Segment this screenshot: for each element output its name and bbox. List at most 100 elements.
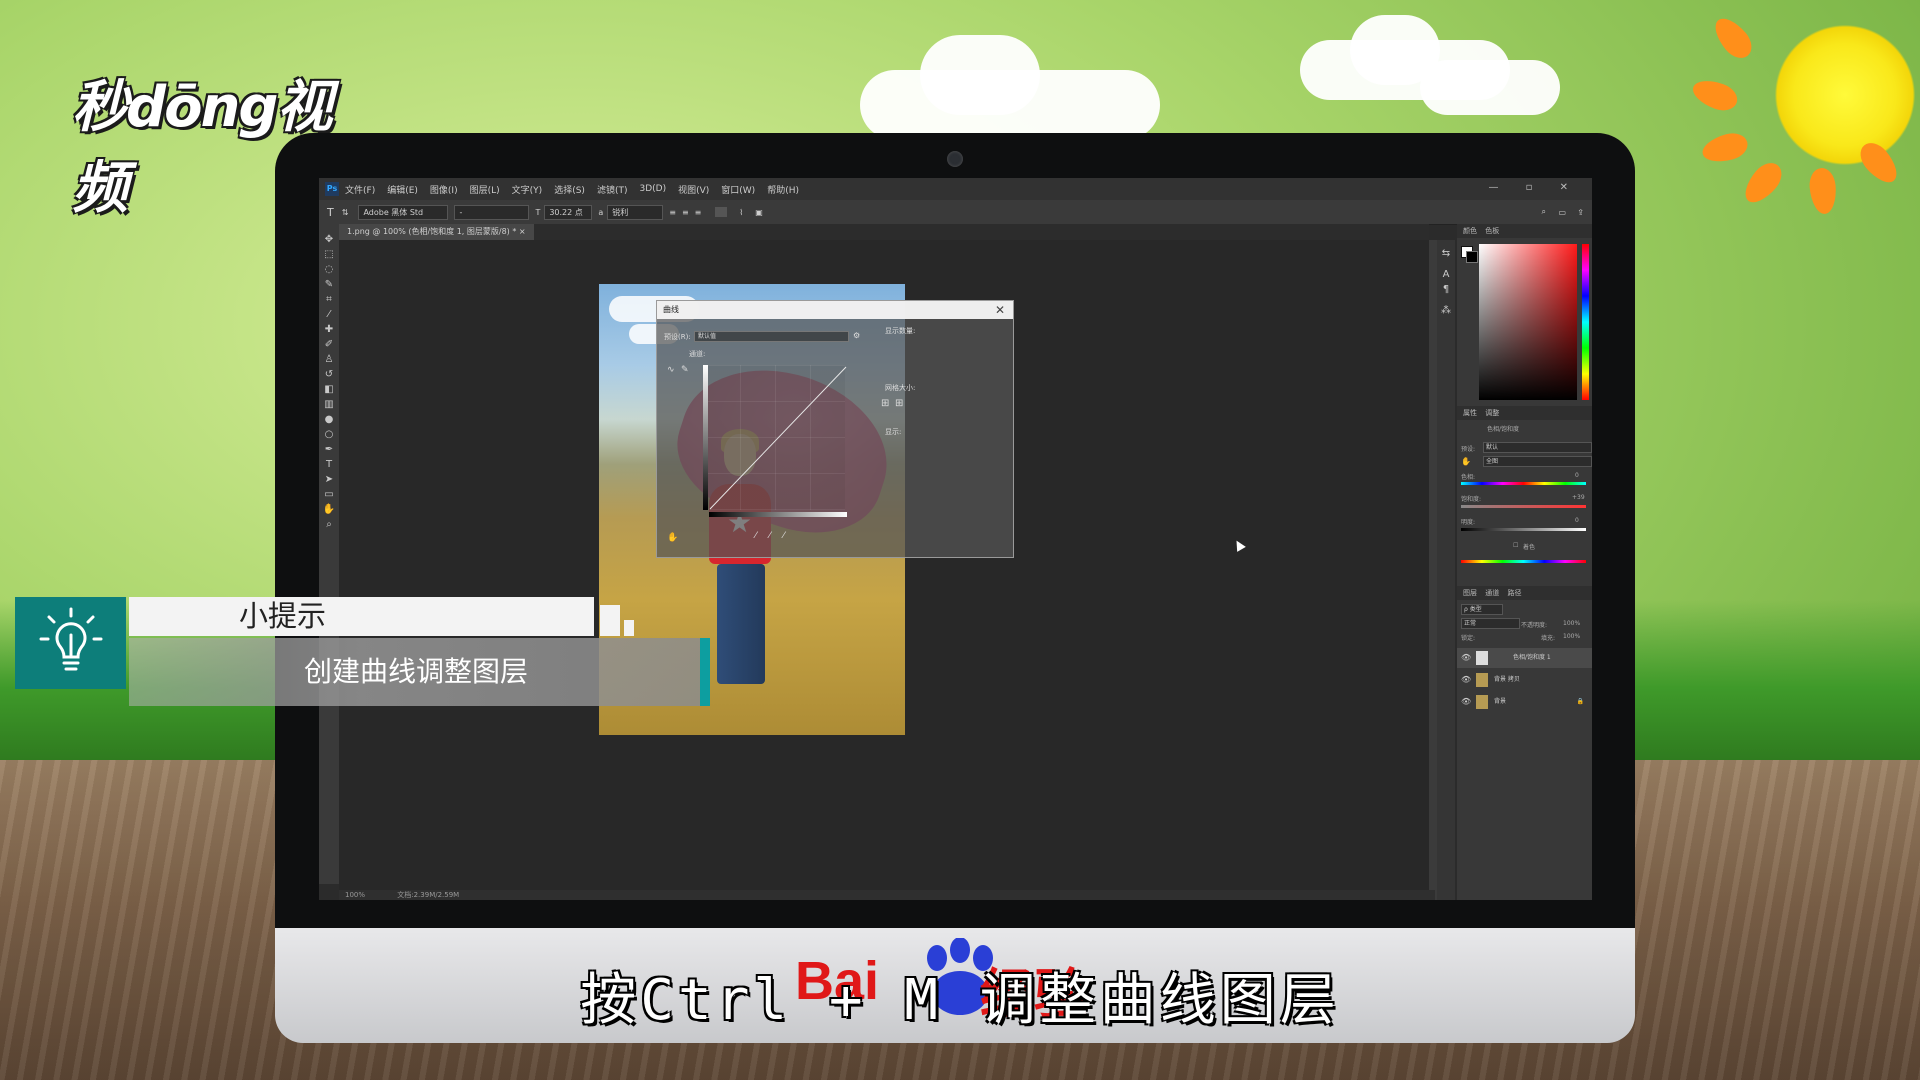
dodge-tool-icon[interactable]: ○	[319, 427, 339, 442]
tab-properties[interactable]: 属性	[1463, 409, 1477, 417]
anti-alias-select[interactable]: 锐利	[607, 204, 664, 220]
window-controls[interactable]: — ▫ ✕	[1488, 182, 1580, 193]
type-tool-icon[interactable]: T	[319, 457, 339, 472]
tab-color[interactable]: 颜色	[1463, 227, 1477, 235]
shape-tool-icon[interactable]: ▭	[319, 487, 339, 502]
canvas-scrollbar[interactable]	[1429, 240, 1437, 900]
eraser-tool-icon[interactable]: ◧	[319, 382, 339, 397]
hue-adjust-slider[interactable]	[1461, 482, 1586, 485]
tab-channels[interactable]: 通道	[1485, 589, 1499, 597]
white-point-icon[interactable]: ⁄	[783, 531, 785, 541]
lightness-slider[interactable]	[1461, 528, 1586, 531]
layer-filter-select[interactable]: ρ 类型	[1461, 604, 1503, 615]
visibility-eye-icon[interactable]: 👁	[1461, 670, 1471, 690]
menu-window[interactable]: 窗口(W)	[721, 183, 755, 196]
warp-text-icon[interactable]: ⌇	[739, 208, 743, 217]
hsl-preset-select[interactable]: 默认	[1483, 442, 1592, 453]
menu-filter[interactable]: 滤镜(T)	[597, 183, 628, 196]
zoom-tool-icon[interactable]: ⌕	[319, 517, 339, 532]
search-icon[interactable]: ⌕	[1542, 207, 1546, 217]
color-picker-field[interactable]	[1479, 244, 1577, 400]
share-icon[interactable]: ⇪	[1577, 208, 1584, 217]
type-tool-icon[interactable]: T	[327, 206, 334, 219]
menu-file[interactable]: 文件(F)	[345, 183, 375, 196]
character-panel-icon[interactable]: ▣	[755, 208, 763, 217]
hsl-channel-select[interactable]: 全图	[1483, 456, 1592, 467]
target-adjust-icon[interactable]: ✋	[667, 533, 678, 543]
close-icon[interactable]: ✕	[995, 301, 1005, 319]
stamp-tool-icon[interactable]: ♙	[319, 352, 339, 367]
menu-image[interactable]: 图像(I)	[430, 183, 458, 196]
font-family-select[interactable]: Adobe 黑体 Std	[358, 204, 449, 220]
pen-tool-icon[interactable]: ✒	[319, 442, 339, 457]
brush-settings-icon[interactable]: ⁂	[1437, 303, 1455, 318]
saturation-value[interactable]: +39	[1572, 494, 1585, 501]
saturation-slider[interactable]	[1461, 505, 1586, 508]
align-left-icon[interactable]: ≡	[669, 208, 676, 217]
colorize-checkbox[interactable]: ☐	[1513, 542, 1518, 549]
eyedropper-tool-icon[interactable]: ⁄	[319, 307, 339, 322]
gray-point-icon[interactable]: ⁄	[769, 531, 771, 541]
curve-point-icon[interactable]: ∿	[667, 365, 675, 375]
layer-row[interactable]: 👁 背景 拷贝	[1457, 670, 1592, 690]
menu-help[interactable]: 帮助(H)	[767, 183, 799, 196]
tab-swatches[interactable]: 色板	[1485, 227, 1499, 235]
menu-type[interactable]: 文字(Y)	[512, 183, 543, 196]
black-point-icon[interactable]: ⁄	[755, 531, 757, 541]
fill-value[interactable]: 100%	[1563, 633, 1580, 640]
layer-row[interactable]: 👁 色相/饱和度 1	[1457, 648, 1592, 668]
font-style-select[interactable]: -	[454, 204, 530, 220]
pencil-icon[interactable]: ✎	[681, 365, 689, 375]
marquee-tool-icon[interactable]: ⬚	[319, 247, 339, 262]
align-right-icon[interactable]: ≡	[695, 208, 702, 217]
curve-line[interactable]	[707, 363, 849, 513]
hand-tool-icon[interactable]: ✋	[319, 502, 339, 517]
history-brush-icon[interactable]: ↺	[319, 367, 339, 382]
text-color-swatch[interactable]	[715, 207, 728, 217]
detailed-grid-icon[interactable]: ⊞	[895, 398, 903, 409]
menu-3d[interactable]: 3D(D)	[639, 184, 666, 194]
path-select-tool-icon[interactable]: ➤	[319, 472, 339, 487]
opacity-value[interactable]: 100%	[1563, 620, 1580, 627]
blur-tool-icon[interactable]: ●	[319, 412, 339, 427]
workspace-icon[interactable]: ▭	[1558, 208, 1566, 217]
tab-paths[interactable]: 路径	[1507, 589, 1521, 597]
curves-dialog[interactable]: 曲线 ✕ 预设(R): 默认值 ⚙ 通道: 显示数量: 网格大小: ⊞ ⊞ 显示…	[656, 300, 1014, 558]
align-center-icon[interactable]: ≡	[682, 208, 689, 217]
tab-adjustments[interactable]: 调整	[1485, 409, 1499, 417]
tab-layers[interactable]: 图层	[1463, 589, 1477, 597]
simple-grid-icon[interactable]: ⊞	[881, 398, 889, 409]
character-panel-icon[interactable]: A	[1437, 267, 1455, 282]
hand-adjust-icon[interactable]: ✋	[1461, 457, 1471, 466]
visibility-eye-icon[interactable]: 👁	[1461, 692, 1471, 712]
document-tab[interactable]: 1.png @ 100% (色相/饱和度 1, 图层蒙版/8) * ×	[339, 224, 534, 240]
quick-select-tool-icon[interactable]: ✎	[319, 277, 339, 292]
blend-mode-select[interactable]: 正常	[1461, 618, 1520, 629]
font-size-select[interactable]: 30.22 点	[544, 204, 593, 220]
history-panel-icon[interactable]: ⇆	[1437, 246, 1455, 261]
menu-edit[interactable]: 编辑(E)	[387, 183, 418, 196]
crop-tool-icon[interactable]: ⌗	[319, 292, 339, 307]
move-tool-icon[interactable]: ✥	[319, 232, 339, 247]
layer-row[interactable]: 👁 背景 🔒	[1457, 692, 1592, 712]
preset-select[interactable]: 默认值	[694, 331, 849, 342]
layer-thumbnail	[1476, 695, 1488, 709]
menu-select[interactable]: 选择(S)	[554, 183, 585, 196]
sun-ray	[1688, 74, 1742, 116]
healing-tool-icon[interactable]: ✚	[319, 322, 339, 337]
hue-slider[interactable]	[1582, 244, 1589, 400]
gradient-tool-icon[interactable]: ▥	[319, 397, 339, 412]
brush-tool-icon[interactable]: ✐	[319, 337, 339, 352]
lightness-value[interactable]: 0	[1575, 517, 1579, 524]
curves-dialog-titlebar[interactable]: 曲线 ✕	[657, 301, 1013, 319]
preset-options-icon[interactable]: ⚙	[853, 331, 860, 340]
menu-view[interactable]: 视图(V)	[678, 183, 709, 196]
background-color-swatch[interactable]	[1466, 251, 1478, 263]
canvas-area[interactable]: ★ 曲线 ✕ 预设(R): 默认值 ⚙ 通道: 显示数量: 网格大小: ⊞	[339, 240, 1429, 900]
visibility-eye-icon[interactable]: 👁	[1461, 648, 1471, 668]
orientation-icon[interactable]: ⇅	[342, 208, 349, 217]
menu-layer[interactable]: 图层(L)	[470, 183, 500, 196]
hue-value[interactable]: 0	[1575, 472, 1579, 479]
lasso-tool-icon[interactable]: ◌	[319, 262, 339, 277]
paragraph-panel-icon[interactable]: ¶	[1437, 282, 1455, 297]
